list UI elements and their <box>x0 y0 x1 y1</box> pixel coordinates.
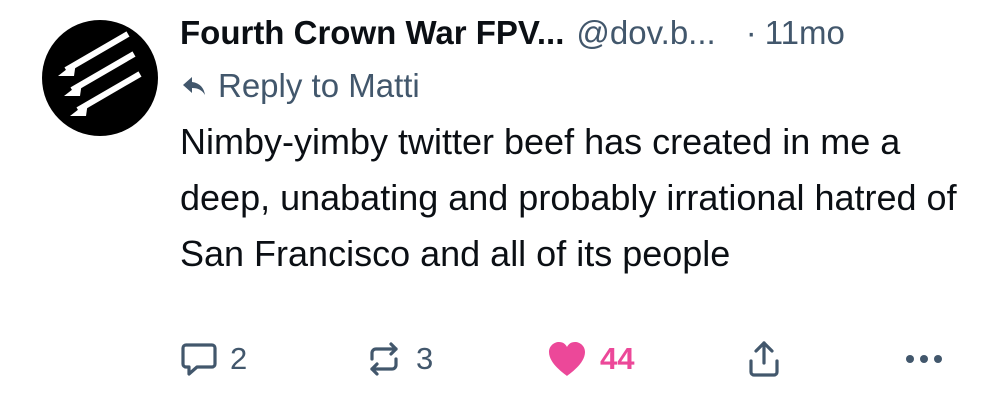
like-count: 44 <box>600 341 635 376</box>
share-button[interactable] <box>746 334 782 384</box>
separator-dot: · <box>745 14 757 51</box>
reply-button[interactable]: 2 <box>180 334 247 384</box>
post-text: Nimby-yimby twitter beef has created in … <box>180 121 957 274</box>
author-name[interactable]: Fourth Crown War FPV... <box>180 14 564 52</box>
post-actions: 2 3 44 <box>180 334 970 384</box>
author-handle[interactable]: @dov.b... <box>576 14 715 52</box>
share-icon <box>749 341 779 377</box>
like-button[interactable]: 44 <box>546 334 634 384</box>
repost-count: 3 <box>416 341 434 376</box>
post-card[interactable]: Fourth Crown War FPV... @dov.b... · 11mo… <box>0 0 1000 404</box>
more-options-button[interactable] <box>904 334 944 384</box>
three-arrows-icon <box>58 31 142 116</box>
heart-icon <box>549 342 585 376</box>
ellipsis-icon <box>906 355 942 363</box>
reply-arrow-icon <box>180 72 208 100</box>
post-timestamp[interactable]: 11mo <box>765 14 845 52</box>
reply-to-label: Reply to Matti <box>218 67 420 104</box>
repost-button[interactable]: 3 <box>364 334 433 384</box>
reply-to-indicator[interactable]: Reply to Matti <box>180 62 420 110</box>
post-header: Fourth Crown War FPV... @dov.b... · 11mo <box>180 8 970 58</box>
reply-count: 2 <box>230 341 248 376</box>
repost-arrows-icon <box>370 342 398 376</box>
speech-bubble-icon <box>181 343 217 376</box>
avatar[interactable] <box>42 20 158 136</box>
